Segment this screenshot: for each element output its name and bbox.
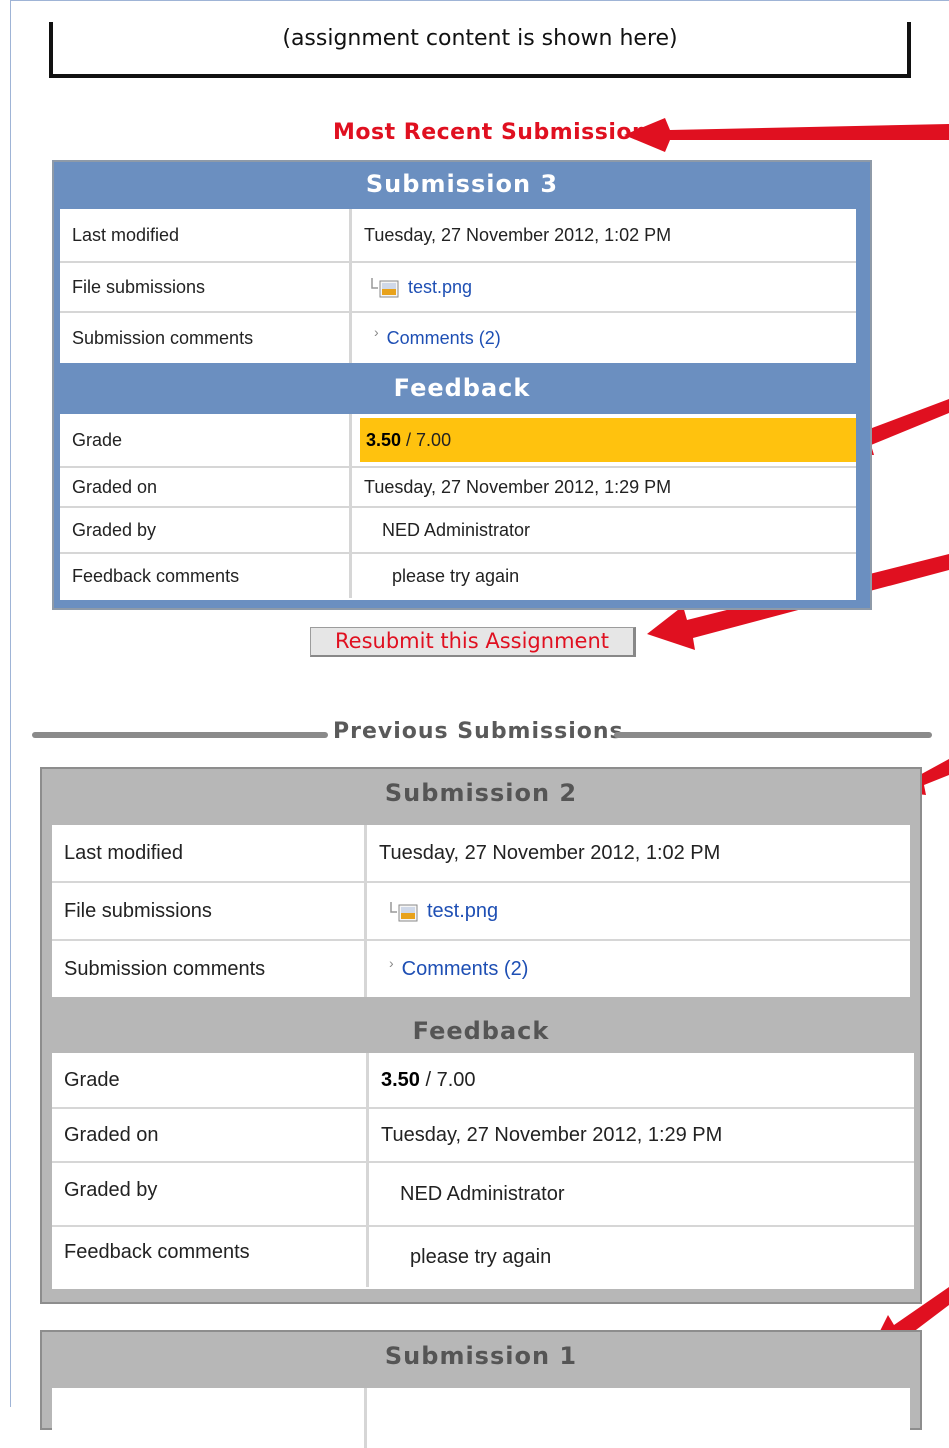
feedback-title: Feedback [412,1017,550,1045]
table-row: Graded by NED Administrator [60,508,856,552]
row-label: Grade [60,414,352,466]
resubmit-button[interactable]: Resubmit this Assignment [310,627,636,657]
table-row: File submissions test.png [60,263,856,311]
grade-value: 3.50 / 7.00 [360,418,856,462]
row-label: Feedback comments [60,554,352,598]
table-row: Graded by NED Administrator [52,1163,914,1225]
comments-cell: › Comments (2) [352,313,856,363]
grade-value: 3.50 / 7.00 [369,1053,914,1107]
row-label: Last modified [60,209,352,261]
feedback-title: Feedback [393,374,531,402]
submission-title: Submission 1 [384,1342,578,1370]
table-row: Graded on Tuesday, 27 November 2012, 1:2… [52,1109,914,1161]
feedback-table: Grade 3.50 / 7.00 Graded on Tuesday, 27 … [60,414,856,600]
grade-max: / 7.00 [401,429,452,450]
previous-submission-panel: Submission 2 Last modified Tuesday, 27 N… [40,767,922,1304]
file-cell: test.png [367,883,910,939]
row-label: Graded by [60,508,352,552]
row-value: NED Administrator [382,519,531,540]
submission-title: Submission 2 [384,779,578,807]
frame-top-border [10,0,949,1]
row-label: Graded on [60,468,352,506]
annotation-arrow-icon [624,118,949,152]
row-value: Tuesday, 27 November 2012, 1:02 PM [364,224,672,245]
previous-divider-right [614,732,932,738]
chevron-right-icon[interactable]: › [389,955,394,971]
file-image-icon [389,900,419,922]
chevron-right-icon[interactable]: › [374,324,379,340]
submission-details-table: Last modified Tuesday, 27 November 2012,… [60,209,856,363]
comments-cell: › Comments (2) [367,941,910,997]
table-row: Feedback comments please try again [52,1227,914,1287]
table-row: Last modified Tuesday, 27 November 2012,… [60,209,856,261]
row-value: please try again [392,565,520,586]
grade-score: 3.50 [381,1068,420,1091]
row-value: Tuesday, 27 November 2012, 1:29 PM [364,476,672,497]
previous-divider-left [32,732,328,738]
submission-details-table: Last modified Tuesday, 27 November 2012,… [52,825,910,997]
grade-max: / 7.00 [419,1068,476,1091]
table-row: File submissions test.png [52,883,910,939]
table-row: Submission comments › Comments (2) [60,313,856,363]
row-label [52,1388,367,1448]
file-link[interactable]: test.png [427,900,498,923]
table-row: Graded on Tuesday, 27 November 2012, 1:2… [60,468,856,506]
row-value: Tuesday, 27 November 2012, 1:29 PM [381,1123,723,1146]
row-value: Tuesday, 27 November 2012, 1:02 PM [379,841,721,864]
assignment-placeholder-text: (assignment content is shown here) [282,26,678,51]
row-value: NED Administrator [400,1182,565,1205]
row-label: Graded on [52,1109,369,1161]
row-value: please try again [410,1245,552,1268]
file-link[interactable]: test.png [408,277,472,298]
file-cell: test.png [352,263,856,311]
row-label: Grade [52,1053,369,1107]
row-label: Submission comments [52,941,367,997]
table-row: Submission comments › Comments (2) [52,941,910,997]
comments-link[interactable]: Comments (2) [387,328,501,349]
submission-title: Submission 3 [365,170,559,198]
row-label: Last modified [52,825,367,881]
comments-link[interactable]: Comments (2) [402,958,529,981]
row-label: File submissions [52,883,367,939]
grade-score: 3.50 [366,429,402,450]
file-image-icon [370,276,400,298]
table-row: Grade 3.50 / 7.00 [52,1053,914,1107]
table-row: Last modified Tuesday, 27 November 2012,… [52,825,910,881]
row-label: File submissions [60,263,352,311]
previous-submissions-label: Previous Submissions [333,719,624,744]
current-submission-panel: Submission 3 Last modified Tuesday, 27 N… [52,160,872,610]
previous-submission-panel: Submission 1 [40,1330,922,1448]
table-row: Feedback comments please try again [60,554,856,598]
most-recent-label: Most Recent Submission [333,120,649,145]
row-label: Submission comments [60,313,352,363]
assignment-content-box: (assignment content is shown here) [49,22,911,78]
row-label: Graded by [52,1163,369,1225]
submission-details-table [52,1388,910,1448]
frame-left-border [10,0,11,1407]
table-row: Grade 3.50 / 7.00 [60,414,856,466]
row-label: Feedback comments [52,1227,369,1287]
feedback-table: Grade 3.50 / 7.00 Graded on Tuesday, 27 … [52,1053,914,1289]
